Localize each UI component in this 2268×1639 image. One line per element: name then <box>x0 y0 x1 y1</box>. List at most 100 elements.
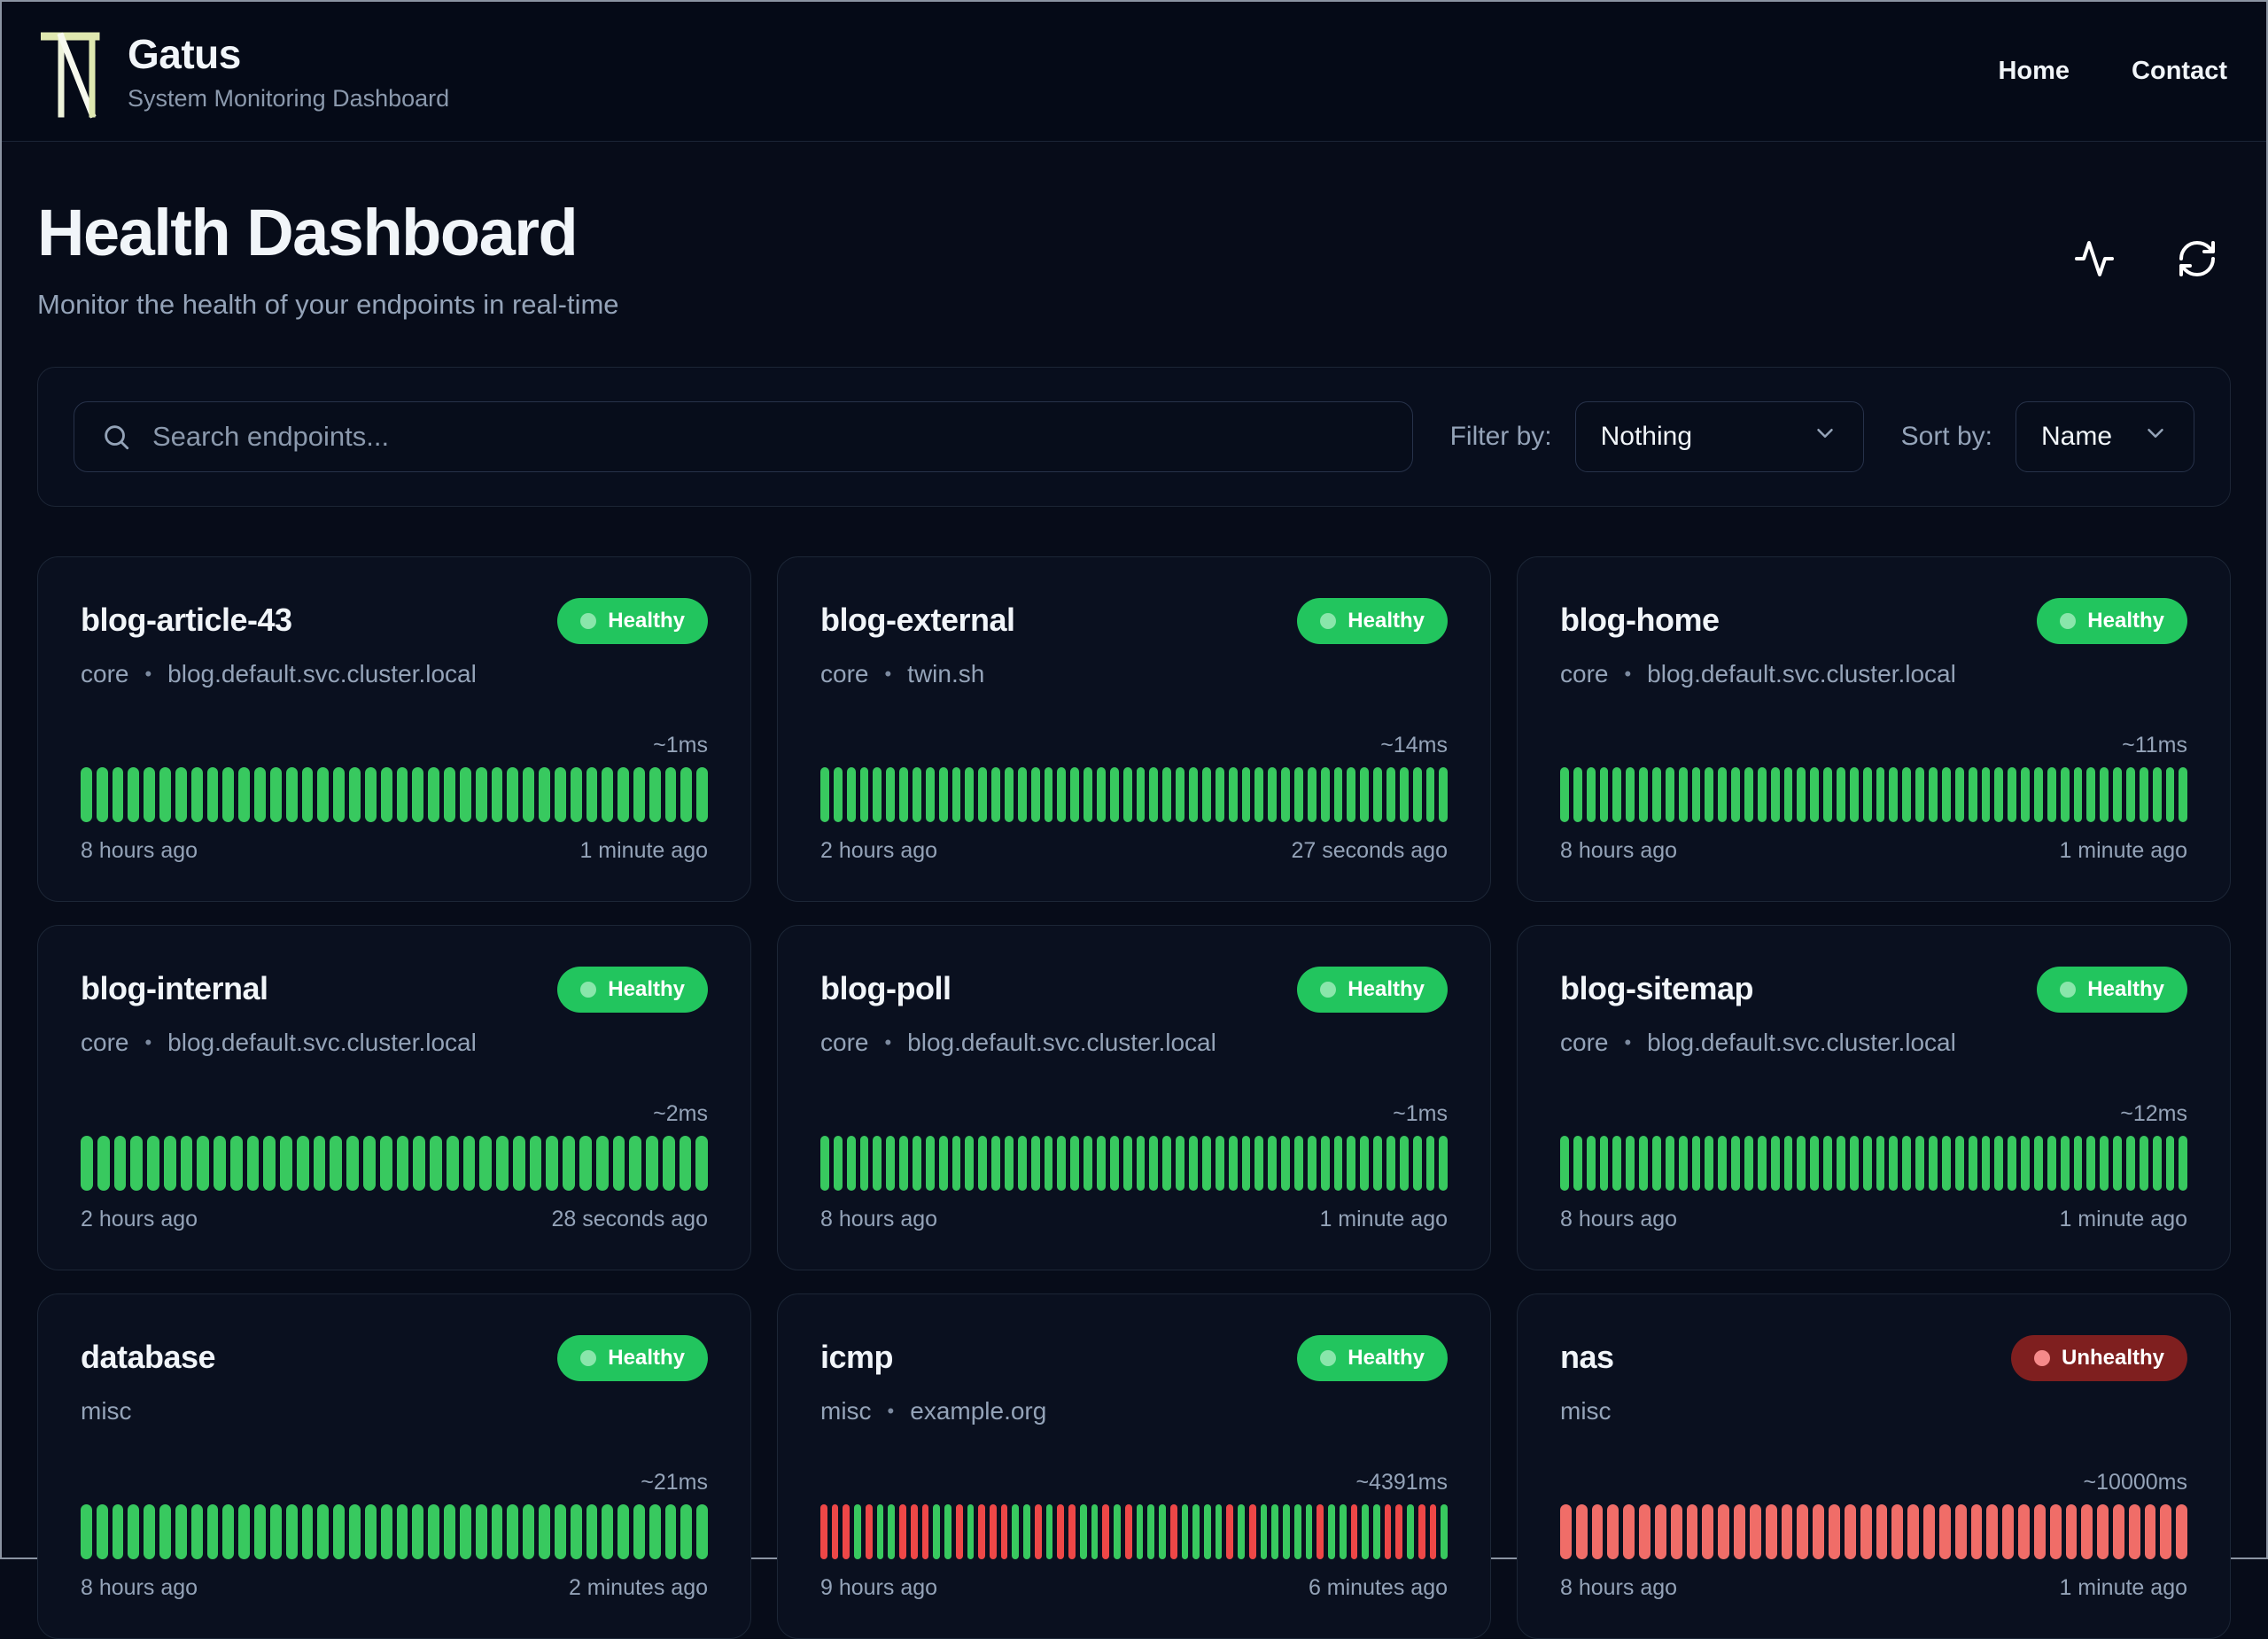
uptime-bar[interactable] <box>1718 1135 1728 1191</box>
uptime-bar[interactable] <box>1902 766 1912 822</box>
uptime-bar[interactable] <box>612 1135 625 1191</box>
uptime-bar[interactable] <box>1560 1135 1569 1191</box>
uptime-bar[interactable] <box>1181 1503 1189 1559</box>
uptime-bar[interactable] <box>1097 1135 1106 1191</box>
uptime-bar[interactable] <box>269 766 282 822</box>
uptime-bar[interactable] <box>2049 1503 2062 1559</box>
uptime-bar[interactable] <box>1929 1135 1938 1191</box>
uptime-bar[interactable] <box>1386 766 1395 822</box>
uptime-bar[interactable] <box>444 766 455 822</box>
uptime-bar[interactable] <box>1797 766 1806 822</box>
endpoint-card[interactable]: blog-external Healthy core • twin.sh ~14… <box>777 555 1491 902</box>
uptime-bar[interactable] <box>1228 766 1238 822</box>
uptime-bar[interactable] <box>1954 1503 1967 1559</box>
uptime-bar[interactable] <box>617 766 629 822</box>
uptime-bar[interactable] <box>446 1135 459 1191</box>
uptime-bar[interactable] <box>1586 766 1596 822</box>
uptime-bar[interactable] <box>1238 1503 1245 1559</box>
uptime-bar[interactable] <box>206 1503 219 1559</box>
uptime-bar[interactable] <box>1347 766 1356 822</box>
uptime-bar[interactable] <box>579 1135 592 1191</box>
uptime-bar[interactable] <box>1575 1503 1588 1559</box>
uptime-bar[interactable] <box>507 1503 519 1559</box>
uptime-bar[interactable] <box>910 1503 918 1559</box>
uptime-bar[interactable] <box>1560 1503 1572 1559</box>
uptime-bar[interactable] <box>1360 1135 1370 1191</box>
uptime-bar[interactable] <box>1829 1503 1840 1559</box>
uptime-bar[interactable] <box>2008 766 2017 822</box>
uptime-bar[interactable] <box>2033 1503 2046 1559</box>
uptime-bar[interactable] <box>364 1503 377 1559</box>
uptime-bar[interactable] <box>1734 1503 1745 1559</box>
uptime-bar[interactable] <box>1876 1135 1885 1191</box>
uptime-bar[interactable] <box>649 766 661 822</box>
uptime-bar[interactable] <box>1333 1135 1343 1191</box>
uptime-bar[interactable] <box>1373 766 1382 822</box>
uptime-bar[interactable] <box>833 1135 843 1191</box>
uptime-bar[interactable] <box>1573 766 1582 822</box>
uptime-bar[interactable] <box>81 1503 92 1559</box>
uptime-bar[interactable] <box>1612 1135 1622 1191</box>
uptime-bar[interactable] <box>475 1503 487 1559</box>
uptime-bar[interactable] <box>1425 1135 1435 1191</box>
uptime-bar[interactable] <box>269 1503 282 1559</box>
uptime-bar[interactable] <box>1718 1503 1730 1559</box>
uptime-bar[interactable] <box>190 1503 203 1559</box>
uptime-bar[interactable] <box>364 766 377 822</box>
uptime-bar[interactable] <box>523 766 535 822</box>
uptime-bar[interactable] <box>1765 1503 1777 1559</box>
uptime-bar[interactable] <box>991 1135 1001 1191</box>
uptime-bar[interactable] <box>1915 766 1925 822</box>
uptime-bar[interactable] <box>696 1503 709 1559</box>
uptime-bar[interactable] <box>428 766 440 822</box>
search-input[interactable] <box>151 419 1386 454</box>
uptime-bar[interactable] <box>1441 1503 1449 1559</box>
uptime-bar[interactable] <box>1849 1135 1859 1191</box>
uptime-bar[interactable] <box>144 1503 156 1559</box>
uptime-bar[interactable] <box>2060 1135 2070 1191</box>
uptime-bar[interactable] <box>1057 1503 1065 1559</box>
uptime-bar[interactable] <box>206 766 219 822</box>
uptime-bar[interactable] <box>696 766 709 822</box>
uptime-bar[interactable] <box>2047 1135 2056 1191</box>
uptime-bar[interactable] <box>147 1135 159 1191</box>
endpoint-card[interactable]: icmp Healthy misc • example.org ~4391ms … <box>777 1293 1491 1639</box>
uptime-bar[interactable] <box>1783 1135 1793 1191</box>
uptime-bar[interactable] <box>175 766 187 822</box>
uptime-bar[interactable] <box>1307 766 1317 822</box>
uptime-bar[interactable] <box>81 766 92 822</box>
uptime-bar[interactable] <box>965 1135 975 1191</box>
uptime-bar[interactable] <box>629 1135 642 1191</box>
uptime-bar[interactable] <box>296 1135 309 1191</box>
uptime-bar[interactable] <box>1781 1503 1793 1559</box>
uptime-bar[interactable] <box>1044 766 1053 822</box>
uptime-bar[interactable] <box>1000 1503 1008 1559</box>
uptime-bar[interactable] <box>380 1503 392 1559</box>
uptime-bar[interactable] <box>144 766 156 822</box>
uptime-bar[interactable] <box>1248 1503 1256 1559</box>
uptime-bar[interactable] <box>2097 1503 2109 1559</box>
uptime-bar[interactable] <box>1639 766 1649 822</box>
uptime-bar[interactable] <box>301 766 314 822</box>
uptime-bar[interactable] <box>1691 766 1701 822</box>
uptime-bar[interactable] <box>1770 1135 1780 1191</box>
uptime-bar[interactable] <box>1162 1135 1172 1191</box>
uptime-bar[interactable] <box>1718 766 1728 822</box>
uptime-bar[interactable] <box>1599 1135 1609 1191</box>
uptime-bar[interactable] <box>363 1135 376 1191</box>
filter-dropdown[interactable]: Nothing <box>1574 400 1864 472</box>
uptime-bar[interactable] <box>1017 766 1027 822</box>
uptime-bar[interactable] <box>1560 766 1569 822</box>
uptime-bar[interactable] <box>459 766 471 822</box>
uptime-bar[interactable] <box>1176 766 1185 822</box>
uptime-bar[interactable] <box>2073 766 2083 822</box>
uptime-bar[interactable] <box>1876 766 1885 822</box>
uptime-bar[interactable] <box>2112 1503 2124 1559</box>
uptime-bar[interactable] <box>2125 1135 2135 1191</box>
endpoint-card[interactable]: blog-home Healthy core • blog.default.sv… <box>1517 555 2231 902</box>
uptime-bar[interactable] <box>1954 1135 1964 1191</box>
uptime-bar[interactable] <box>2002 1503 2015 1559</box>
uptime-bar[interactable] <box>1215 766 1224 822</box>
uptime-bar[interactable] <box>1395 1503 1403 1559</box>
uptime-bar[interactable] <box>1320 766 1330 822</box>
